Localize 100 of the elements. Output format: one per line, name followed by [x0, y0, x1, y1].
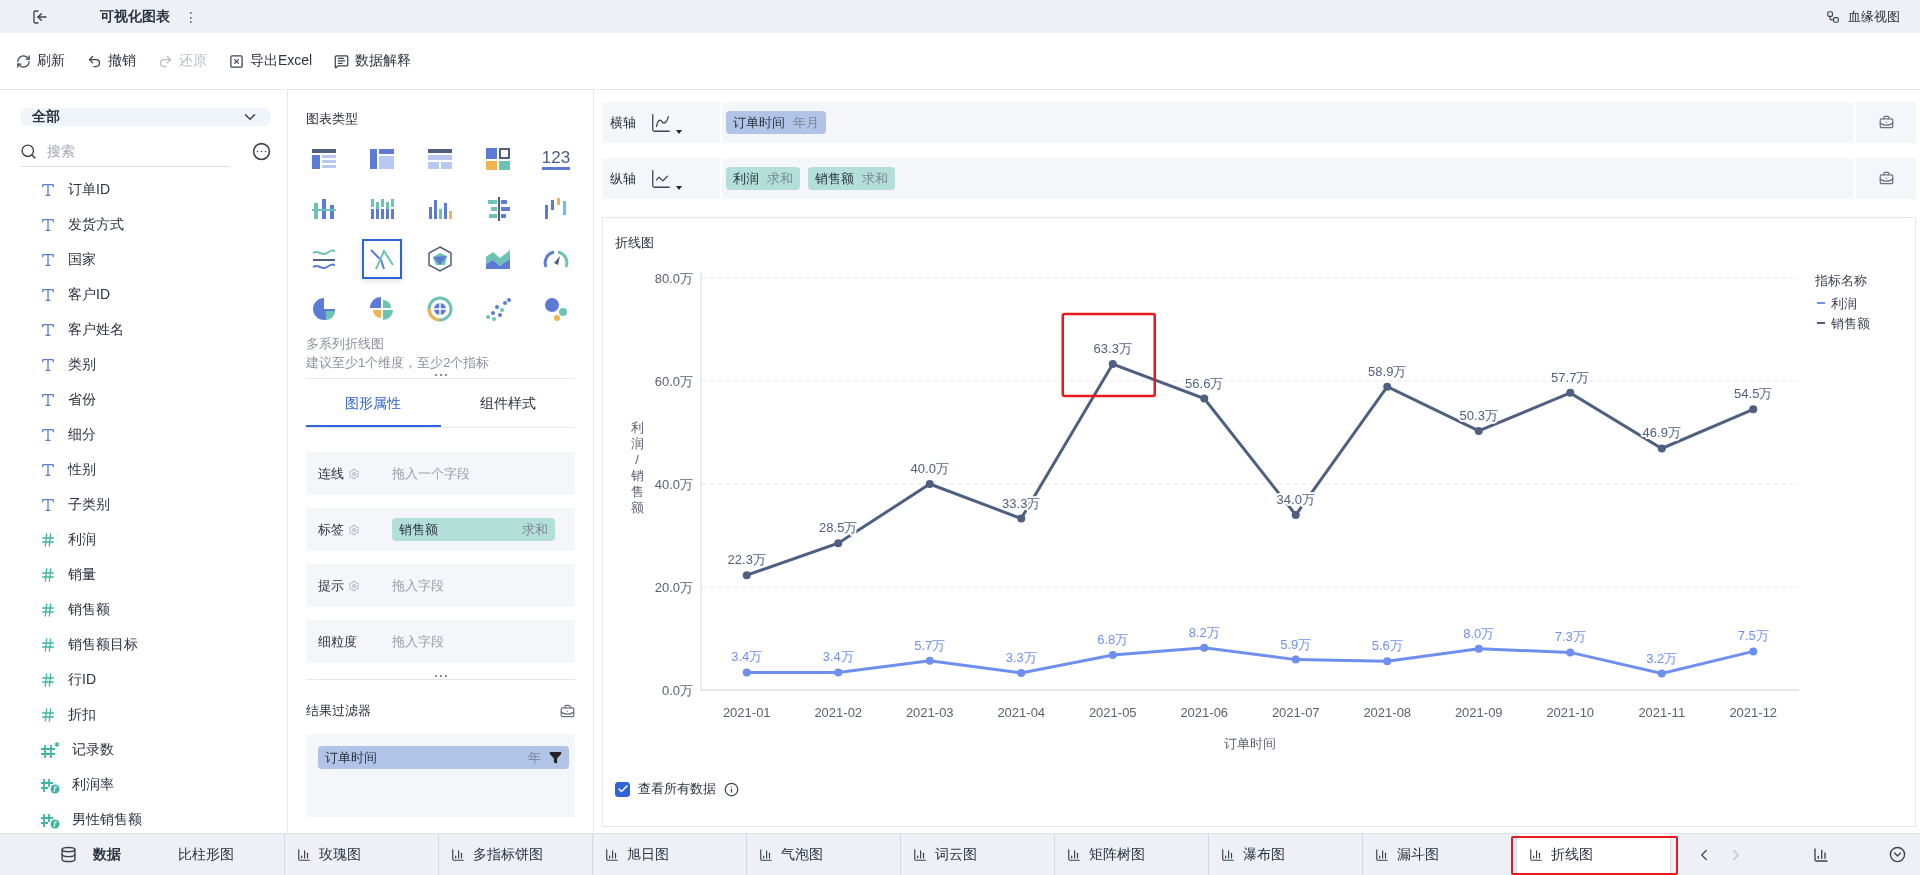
toolbar-button[interactable]: 撤销: [87, 52, 136, 70]
field-item[interactable]: 客户ID: [68, 285, 110, 304]
field-name: 订单时间: [325, 748, 377, 767]
field-item[interactable]: 记录数: [72, 740, 114, 759]
sheet-tab[interactable]: 多指标饼图: [439, 834, 593, 875]
field-item[interactable]: 发货方式: [68, 215, 124, 234]
checkbox-label[interactable]: 查看所有数据: [638, 780, 716, 798]
data-point: [925, 480, 934, 488]
property-label: 标签: [318, 520, 344, 539]
field-item[interactable]: 细分: [68, 425, 96, 444]
info-icon[interactable]: [724, 781, 739, 797]
data-label: 46.9万: [1642, 425, 1681, 441]
toolbar-button[interactable]: 数据解释: [334, 52, 412, 70]
field-item[interactable]: 折扣: [68, 705, 96, 724]
drag-handle-icon[interactable]: [433, 373, 448, 378]
data-label: 58.9万: [1368, 363, 1407, 379]
exit-icon[interactable]: [32, 8, 48, 25]
search-field[interactable]: 搜索: [45, 142, 230, 160]
data-label: 5.9万: [1280, 636, 1312, 652]
x-tick-label: 2021-08: [1363, 705, 1412, 720]
more-icon[interactable]: [252, 142, 271, 161]
chart-type-option[interactable]: 123: [527, 134, 585, 184]
scope-dropdown[interactable]: 全部: [20, 108, 271, 126]
circle-chevron-icon[interactable]: [1889, 846, 1906, 863]
data-point: [834, 668, 843, 677]
data-label: 6.8万: [1097, 632, 1129, 647]
data-point: [1383, 657, 1392, 666]
panel-tab[interactable]: 组件样式: [440, 383, 575, 427]
field-item[interactable]: 销售额: [68, 600, 110, 619]
chart-type-hint: 建议至少1个维度，至少2个指标: [306, 354, 491, 372]
node-tree-icon: [1826, 9, 1840, 24]
text-type-icon: [40, 321, 56, 338]
hash-icon: [40, 671, 56, 688]
field-item[interactable]: 男性销售额: [72, 810, 142, 829]
y-tick-label: 80.0万: [654, 271, 693, 286]
field-item[interactable]: 客户姓名: [68, 320, 124, 339]
data-point: [1291, 510, 1300, 519]
bar-chart-icon[interactable]: [1813, 846, 1829, 863]
sheet-tab[interactable]: 玫瑰图: [285, 834, 439, 875]
field-pill[interactable]: 利润 求和: [726, 167, 800, 190]
data-label: 22.3万: [727, 552, 766, 568]
drag-handle-icon[interactable]: [433, 674, 448, 679]
hash-star-icon: [40, 740, 60, 759]
field-pill[interactable]: 订单时间 年: [318, 746, 569, 769]
field-item[interactable]: 子类别: [68, 495, 110, 514]
field-item[interactable]: 销量: [68, 565, 96, 584]
sheet-tab[interactable]: 瀑布图: [1209, 834, 1363, 875]
field-item[interactable]: 销售额目标: [68, 635, 138, 654]
sheet-tab[interactable]: 气泡图: [747, 834, 901, 875]
sheet-tab[interactable]: 旭日图: [593, 834, 747, 875]
data-label: 50.3万: [1459, 407, 1498, 423]
property-label: 细粒度: [318, 632, 357, 651]
field-item[interactable]: 性别: [68, 460, 96, 479]
field-item[interactable]: 省份: [68, 390, 96, 409]
data-label: 57.7万: [1551, 369, 1590, 385]
field-item[interactable]: 行ID: [68, 670, 96, 689]
sheet-tab[interactable]: 比柱形图: [160, 834, 285, 875]
field-pill[interactable]: 订单时间 年月: [726, 111, 826, 134]
pie-icon: [310, 295, 338, 323]
field-item[interactable]: 订单ID: [68, 180, 110, 199]
field-pill[interactable]: 销售额 求和: [392, 518, 555, 541]
checkbox[interactable]: [615, 781, 630, 797]
field-item[interactable]: 类别: [68, 355, 96, 374]
text-type-icon: [40, 391, 56, 408]
redo-icon: [158, 53, 173, 69]
toolbar-button[interactable]: 刷新: [16, 52, 65, 70]
chart-type-name: 多系列折线图: [306, 335, 385, 353]
lineage-view-button[interactable]: 血缘视图: [1826, 7, 1900, 26]
field-item[interactable]: 利润: [68, 530, 96, 549]
filter-icon[interactable]: [549, 751, 562, 764]
data-tab[interactable]: 数据: [0, 834, 160, 875]
toolbar-button[interactable]: 导出Excel: [229, 52, 313, 70]
text-type-icon: [40, 181, 56, 198]
bar-chart-icon: [1375, 847, 1389, 862]
more-menu[interactable]: ⋮: [184, 8, 198, 25]
caret-icon: [676, 185, 682, 190]
field-pill[interactable]: 销售额 求和: [808, 167, 895, 190]
briefcase-icon[interactable]: [560, 703, 575, 719]
briefcase-icon[interactable]: [1878, 115, 1894, 130]
x-tick-label: 2021-05: [1088, 705, 1137, 720]
data-point: [1749, 405, 1758, 414]
sheet-tab[interactable]: 矩阵树图: [1055, 834, 1209, 875]
x-tick-label: 2021-04: [997, 705, 1046, 720]
data-label: 63.3万: [1093, 341, 1132, 356]
data-point: [1566, 648, 1575, 657]
data-label: 56.6万: [1185, 375, 1224, 391]
data-label: 3.3万: [1005, 650, 1037, 665]
aggregation-label: 求和: [522, 520, 548, 539]
bar-chart-icon: [913, 847, 927, 862]
panel-tab[interactable]: 图形属性: [306, 383, 441, 427]
property-label: 提示: [318, 576, 344, 595]
field-item[interactable]: 国家: [68, 250, 96, 269]
x-axis-title: 订单时间: [1224, 736, 1276, 751]
briefcase-icon[interactable]: [1878, 171, 1894, 186]
bar-chart-icon: [759, 847, 773, 862]
field-item[interactable]: 利润率: [72, 775, 114, 794]
sheet-tab[interactable]: 词云图: [901, 834, 1055, 875]
axis-label: 横轴: [609, 113, 637, 132]
check-icon: [616, 783, 629, 795]
data-label: 8.0万: [1463, 625, 1495, 641]
